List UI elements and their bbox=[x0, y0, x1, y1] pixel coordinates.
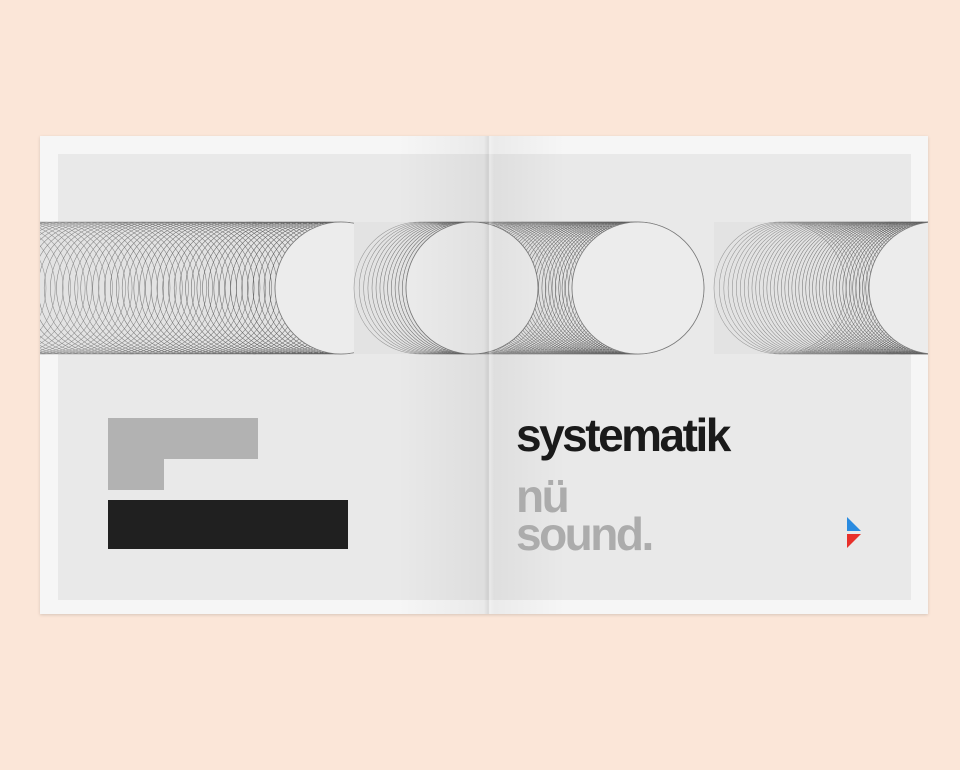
ring-tube bbox=[40, 221, 408, 355]
ring-tube bbox=[353, 221, 539, 355]
label-logo-icon bbox=[847, 517, 861, 548]
album-title: systematik bbox=[516, 409, 731, 461]
subtitle-line-2: sound. bbox=[516, 507, 654, 560]
ring-face bbox=[571, 221, 705, 355]
ring-face bbox=[405, 221, 539, 355]
black-bar-shape bbox=[108, 500, 348, 549]
ring-tube bbox=[713, 221, 928, 355]
album-spread: systematik nü sound. bbox=[40, 136, 928, 614]
album-subtitle: nü sound. bbox=[516, 473, 654, 560]
grey-block-notch bbox=[164, 459, 258, 491]
